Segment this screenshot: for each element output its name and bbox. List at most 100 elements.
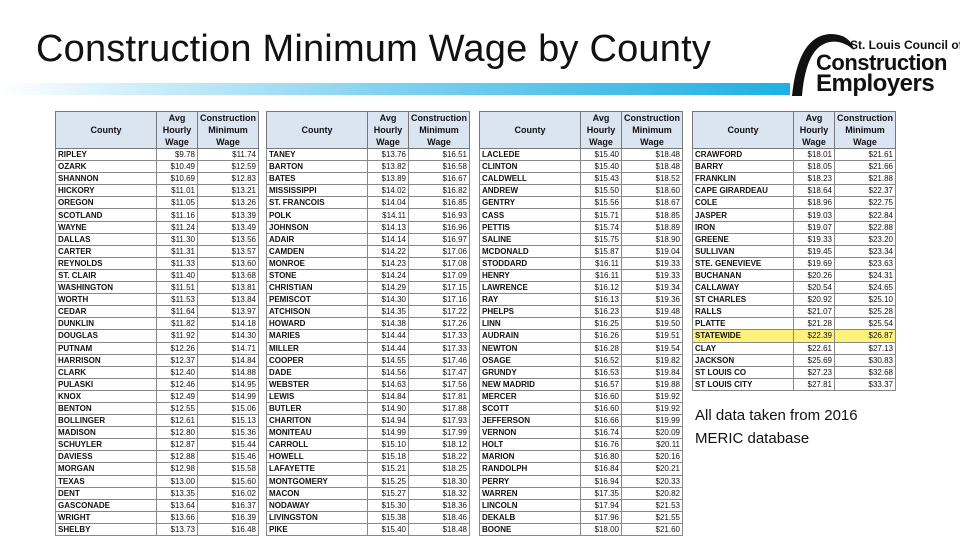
county-cell: MERCER <box>479 389 581 403</box>
county-cell: CHRISTIAN <box>266 281 368 295</box>
avg-wage-cell: $13.73 <box>156 522 198 537</box>
min-wage-cell: $22.75 <box>834 196 896 210</box>
county-cell: CAPE GIRARDEAU <box>692 184 794 198</box>
county-cell: PIKE <box>266 522 368 537</box>
table-row: MCDONALD $15.87 $19.04 <box>479 244 683 258</box>
county-cell: KNOX <box>55 389 157 403</box>
county-cell: MADISON <box>55 426 157 440</box>
avg-wage-cell: $14.04 <box>367 196 409 210</box>
table-row: BUTLER $14.90 $17.88 <box>266 401 470 416</box>
county-cell: STE. GENEVIEVE <box>692 256 794 270</box>
county-cell: DADE <box>266 365 368 379</box>
county-cell: MORGAN <box>55 462 157 476</box>
min-wage-cell: $21.55 <box>621 510 683 524</box>
avg-wage-cell: $15.74 <box>580 220 622 234</box>
min-wage-cell: $18.36 <box>408 498 470 512</box>
county-cell: WEBSTER <box>266 377 368 391</box>
min-wage-cell: $15.44 <box>197 438 259 452</box>
avg-wage-cell: $12.55 <box>156 401 198 416</box>
county-cell: BARRY <box>692 160 794 174</box>
min-wage-header: Construction Minimum Wage <box>197 111 259 149</box>
min-wage-cell: $18.52 <box>621 172 683 186</box>
table-row: VERNON $16.74 $20.09 <box>479 426 683 440</box>
avg-wage-cell: $11.16 <box>156 208 198 222</box>
min-wage-cell: $16.48 <box>197 522 259 537</box>
table-row: HOWELL $15.18 $18.22 <box>266 450 470 464</box>
county-cell: ST. FRANCOIS <box>266 196 368 210</box>
min-wage-cell: $13.39 <box>197 208 259 222</box>
county-cell: HARRISON <box>55 353 157 367</box>
table-row: STATEWIDE $22.39 $26.87 <box>692 329 896 343</box>
table-row: CARTER $11.31 $13.57 <box>55 244 259 258</box>
county-cell: CLAY <box>692 341 794 355</box>
table-row: CEDAR $11.64 $13.97 <box>55 305 259 319</box>
county-cell: MARION <box>479 450 581 464</box>
avg-wage-cell: $22.39 <box>793 329 835 343</box>
table-row: LINN $16.25 $19.50 <box>479 317 683 331</box>
table-row: WORTH $11.53 $13.84 <box>55 293 259 307</box>
min-wage-cell: $15.46 <box>197 450 259 464</box>
table-row: WARREN $17.35 $20.82 <box>479 486 683 500</box>
county-cell: BARTON <box>266 160 368 174</box>
min-wage-cell: $17.22 <box>408 305 470 319</box>
table-row: KNOX $12.49 $14.99 <box>55 389 259 403</box>
table-row: MADISON $12.80 $15.36 <box>55 426 259 440</box>
county-cell: WORTH <box>55 293 157 307</box>
min-wage-cell: $18.85 <box>621 208 683 222</box>
avg-wage-cell: $16.25 <box>580 317 622 331</box>
avg-wage-cell: $13.76 <box>367 147 409 162</box>
county-cell: CEDAR <box>55 305 157 319</box>
avg-wage-cell: $13.00 <box>156 474 198 488</box>
table-row: COOPER $14.55 $17.46 <box>266 353 470 367</box>
avg-wage-cell: $16.52 <box>580 353 622 367</box>
avg-wage-header: Avg Hourly Wage <box>367 111 409 149</box>
county-cell: LAWRENCE <box>479 281 581 295</box>
avg-wage-cell: $14.22 <box>367 244 409 258</box>
county-cell: SULLIVAN <box>692 244 794 258</box>
avg-wage-cell: $13.89 <box>367 172 409 186</box>
county-cell: WASHINGTON <box>55 281 157 295</box>
min-wage-cell: $16.85 <box>408 196 470 210</box>
min-wage-cell: $19.82 <box>621 353 683 367</box>
county-cell: CALLAWAY <box>692 281 794 295</box>
table-row: BUCHANAN $20.26 $24.31 <box>692 268 896 283</box>
min-wage-cell: $27.13 <box>834 341 896 355</box>
table-row: CAMDEN $14.22 $17.06 <box>266 244 470 258</box>
min-wage-cell: $19.50 <box>621 317 683 331</box>
table-row: HOWARD $14.38 $17.26 <box>266 317 470 331</box>
county-cell: CASS <box>479 208 581 222</box>
table-row: LAFAYETTE $15.21 $18.25 <box>266 462 470 476</box>
min-wage-cell: $21.61 <box>834 147 896 162</box>
min-wage-cell: $24.31 <box>834 268 896 283</box>
avg-wage-cell: $14.11 <box>367 208 409 222</box>
min-wage-cell: $18.32 <box>408 486 470 500</box>
table-row: PHELPS $16.23 $19.48 <box>479 305 683 319</box>
table-row: LEWIS $14.84 $17.81 <box>266 389 470 403</box>
avg-wage-cell: $27.81 <box>793 377 835 391</box>
table-row: WEBSTER $14.63 $17.56 <box>266 377 470 391</box>
min-wage-cell: $16.39 <box>197 510 259 524</box>
avg-wage-cell: $15.25 <box>367 474 409 488</box>
county-cell: GASCONADE <box>55 498 157 512</box>
avg-wage-cell: $15.18 <box>367 450 409 464</box>
min-wage-cell: $17.47 <box>408 365 470 379</box>
min-wage-cell: $16.93 <box>408 208 470 222</box>
avg-wage-cell: $12.98 <box>156 462 198 476</box>
table-row: ST. CLAIR $11.40 $13.68 <box>55 268 259 283</box>
min-wage-cell: $22.37 <box>834 184 896 198</box>
min-wage-cell: $13.84 <box>197 293 259 307</box>
table-row: REYNOLDS $11.33 $13.60 <box>55 256 259 270</box>
min-wage-cell: $25.10 <box>834 293 896 307</box>
county-cell: JEFFERSON <box>479 414 581 428</box>
county-cell: LINN <box>479 317 581 331</box>
min-wage-cell: $23.63 <box>834 256 896 270</box>
min-wage-header: Construction Minimum Wage <box>834 111 896 149</box>
min-wage-cell: $16.37 <box>197 498 259 512</box>
county-cell: LAFAYETTE <box>266 462 368 476</box>
county-cell: PETTIS <box>479 220 581 234</box>
avg-wage-cell: $16.60 <box>580 389 622 403</box>
avg-wage-cell: $11.53 <box>156 293 198 307</box>
min-wage-cell: $22.88 <box>834 220 896 234</box>
county-cell: SCOTT <box>479 401 581 416</box>
avg-wage-cell: $15.43 <box>580 172 622 186</box>
